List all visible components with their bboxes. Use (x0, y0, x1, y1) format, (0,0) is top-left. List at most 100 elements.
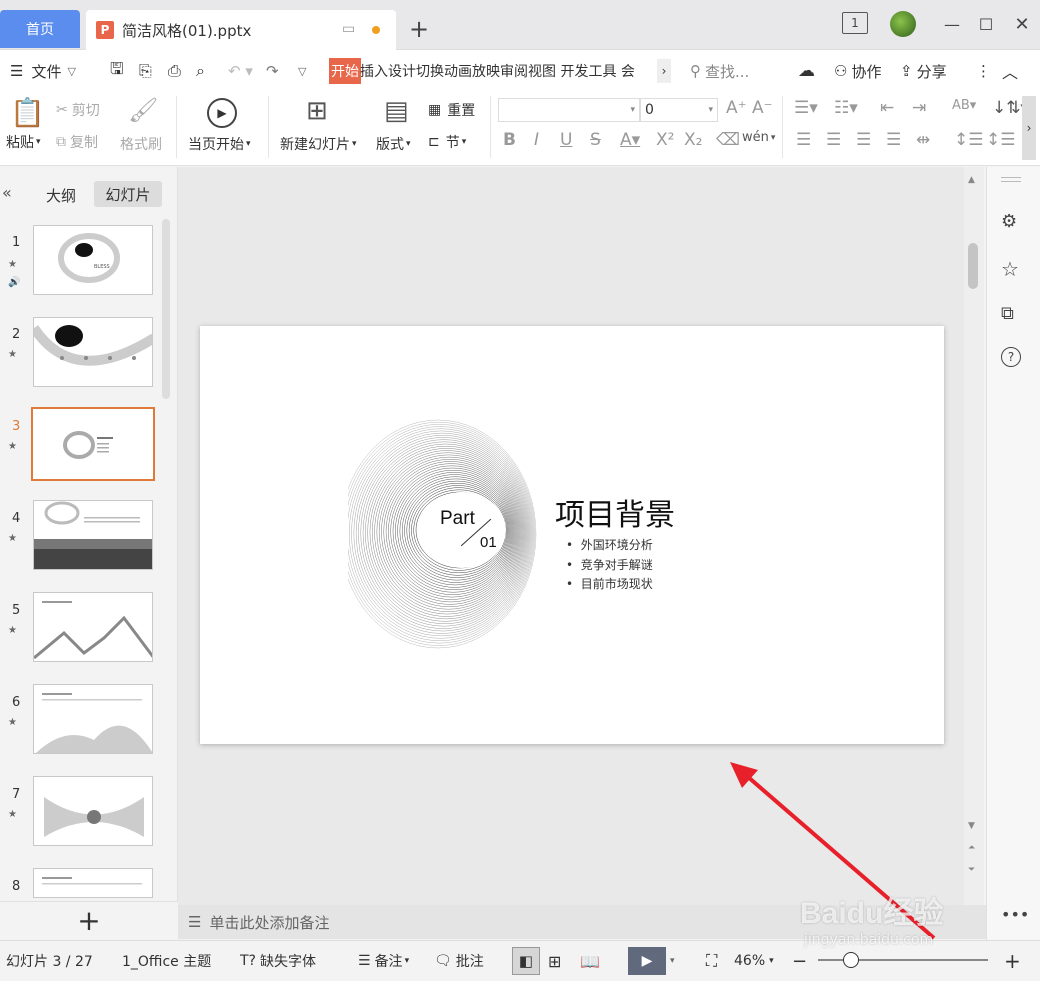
font-shrink-icon[interactable]: A⁻ (752, 98, 773, 118)
format-painter-button[interactable]: 格式刷 (120, 134, 162, 154)
format-painter-icon[interactable]: 🖌 (128, 96, 158, 124)
tab-outline[interactable]: 大纲 (46, 185, 76, 206)
print-preview-icon[interactable]: ⌕ (196, 50, 205, 92)
distribute-icon[interactable]: ⇹ (916, 130, 930, 150)
properties-icon[interactable]: ⚙ (1001, 211, 1017, 232)
tab-slides[interactable]: 幻灯片 (94, 181, 162, 207)
align-right-icon[interactable]: ☰ (856, 130, 871, 150)
normal-view-icon[interactable]: ◧ (512, 947, 540, 975)
close-icon[interactable]: ✕ (1010, 12, 1034, 36)
redo-icon[interactable]: ↷ (266, 50, 279, 92)
monitor-icon[interactable]: ▭ (342, 21, 355, 37)
chevron-right-icon[interactable]: › (657, 59, 671, 83)
layout-button[interactable]: 版式 ▾ (376, 134, 411, 154)
zoom-slider-thumb[interactable] (843, 952, 859, 968)
prev-slide-icon[interactable]: ⏶ (968, 843, 975, 853)
home-tab[interactable]: 首页 (0, 10, 80, 48)
numbered-list-icon[interactable]: ☷▾ (834, 98, 858, 118)
slide-sorter-icon[interactable]: ⊞ (548, 941, 561, 981)
paste-button[interactable]: 粘贴 ▾ (6, 132, 41, 152)
decrease-indent-icon[interactable]: ⇤ (880, 98, 894, 118)
superscript-icon[interactable]: X² (656, 130, 674, 150)
reading-view-icon[interactable]: 📖 (580, 941, 600, 981)
font-color-icon[interactable]: A▾ (620, 130, 640, 150)
collapse-ribbon-icon[interactable]: ︿ (1002, 50, 1018, 92)
print-icon[interactable]: ⎙ (168, 50, 181, 92)
current-slide[interactable]: Part 01 项目背景 • 外国环境分析 • 竞争对手解谜 • 目前市场现状 (200, 326, 944, 744)
paragraph-spacing-icon[interactable]: ↕☰ (986, 130, 1015, 150)
comments-button[interactable]: 🗨 批注 (434, 941, 484, 981)
notes-toggle-button[interactable]: ☰ 备注 ▾ (358, 941, 409, 981)
eraser-icon[interactable]: ⌫ (716, 130, 740, 150)
slide-thumbnail[interactable] (33, 592, 153, 662)
slide-thumbnail[interactable] (33, 317, 153, 387)
transition-icon[interactable]: ⧉ (1001, 303, 1014, 324)
underline-icon[interactable]: U (560, 130, 572, 150)
align-left-icon[interactable]: ☰ (796, 130, 811, 150)
maximize-icon[interactable]: ☐ (974, 12, 998, 36)
justify-icon[interactable]: ☰ (886, 130, 901, 150)
scroll-thumb[interactable] (968, 243, 978, 289)
collapse-panel-icon[interactable]: « (2, 183, 12, 202)
undo-icon[interactable]: ↶ ▾ (228, 50, 253, 92)
new-tab-button[interactable]: + (406, 14, 432, 44)
font-size-select[interactable]: 0 ▾ (640, 98, 718, 122)
slide-thumbnail[interactable]: BLESS (33, 225, 153, 295)
align-center-icon[interactable]: ☰ (826, 130, 841, 150)
font-name-select[interactable]: ▾ (498, 98, 640, 122)
copy-button[interactable]: ⧉ 复制 (56, 132, 98, 152)
ribbon-scroll-right[interactable]: › (1022, 96, 1036, 160)
next-slide-icon[interactable]: ⏷ (968, 865, 975, 875)
bullet-list-icon[interactable]: ☰▾ (794, 98, 818, 118)
fit-window-icon[interactable]: ⛶ (706, 941, 717, 981)
panel-scrollbar[interactable] (162, 219, 170, 399)
italic-icon[interactable]: I (534, 130, 539, 150)
more-horizontal-icon[interactable]: ••• (1001, 905, 1029, 924)
new-slide-icon[interactable]: ⊞ (306, 96, 328, 126)
slide-thumbnail[interactable] (33, 868, 153, 898)
missing-font-button[interactable]: T? 缺失字体 (240, 941, 316, 981)
play-slideshow-button[interactable]: ▶ (628, 947, 666, 975)
theme-name[interactable]: 1_Office 主题 (122, 941, 211, 981)
tab-start[interactable]: 开始 (329, 58, 361, 84)
play-from-current-button[interactable]: 当页开始 ▾ (188, 134, 251, 154)
share-button[interactable]: ⇪ 分享 (900, 50, 947, 92)
cloud-sync-icon[interactable]: ☁ (798, 50, 815, 92)
cut-button[interactable]: ✂ 剪切 (56, 100, 100, 120)
add-slide-button[interactable]: + (0, 901, 178, 939)
strikethrough-icon[interactable]: S (590, 130, 601, 150)
reset-button[interactable]: ▦ 重置 (428, 100, 475, 120)
collaborate-button[interactable]: ⚇ 协作 (834, 50, 881, 92)
scroll-down-icon[interactable]: ▼ (968, 821, 975, 831)
zoom-level[interactable]: 46% ▾ (734, 941, 774, 981)
text-box-icon[interactable]: AB▾ (952, 98, 976, 113)
file-menu[interactable]: ☰ 文件 ▽ (10, 50, 76, 92)
animation-star-panel-icon[interactable]: ☆ (1001, 257, 1019, 281)
document-tab[interactable]: P 简洁风格(01).pptx ▭ (86, 10, 396, 50)
window-count-icon[interactable]: 1 (842, 12, 868, 34)
clipboard-icon[interactable]: 📋 (10, 96, 45, 129)
vertical-scrollbar[interactable]: ▲ ▼ ⏶ ⏷ (964, 167, 984, 905)
section-button[interactable]: ⊏ 节 ▾ (428, 132, 466, 152)
play-circle-icon[interactable]: ▶ (207, 98, 237, 128)
slide-thumbnail-selected[interactable] (31, 407, 155, 481)
customize-dropdown-icon[interactable]: ▽ (298, 50, 306, 92)
ribbon-tabs[interactable]: 插入设计切换动画放映审阅视图 开发工具 会 (360, 50, 635, 92)
layout-icon[interactable]: ▤ (384, 96, 409, 126)
increase-indent-icon[interactable]: ⇥ (912, 98, 926, 118)
font-grow-icon[interactable]: A⁺ (726, 98, 747, 118)
zoom-in-icon[interactable]: + (1004, 941, 1021, 981)
slide-thumbnail[interactable] (33, 776, 153, 846)
zoom-out-icon[interactable]: − (792, 941, 807, 981)
bold-icon[interactable]: B (503, 130, 516, 150)
new-slide-button[interactable]: 新建幻灯片 ▾ (280, 134, 357, 154)
subscript-icon[interactable]: X₂ (684, 130, 702, 150)
chevron-down-icon[interactable]: ▾ (670, 941, 675, 981)
save-icon[interactable]: 🖫 (110, 50, 124, 92)
more-vertical-icon[interactable]: ⋮ (976, 50, 991, 92)
minimize-icon[interactable]: — (940, 12, 964, 36)
slide-thumbnail[interactable] (33, 684, 153, 754)
export-icon[interactable]: ⎘ (139, 50, 152, 92)
scroll-up-icon[interactable]: ▲ (968, 175, 975, 185)
phonetic-guide-icon[interactable]: wén ▾ (742, 130, 775, 145)
